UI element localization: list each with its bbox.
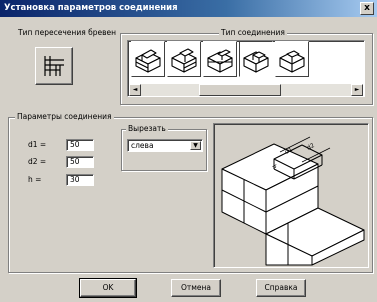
connection-preview: d1 d2 h — [213, 123, 369, 268]
d1-field[interactable]: 50 — [66, 139, 94, 151]
help-button[interactable]: Справка — [256, 279, 306, 297]
dropdown-arrow-button[interactable]: ▼ — [190, 141, 201, 150]
connection-tile-5[interactable] — [275, 41, 309, 77]
connection-tile-2[interactable] — [167, 41, 201, 77]
chevron-down-icon: ▼ — [193, 142, 198, 149]
joint-2-icon — [171, 48, 197, 73]
intersection-type-label: Тип пересечения бревен — [18, 28, 117, 37]
ok-button[interactable]: OK — [79, 278, 137, 298]
close-icon: x — [364, 3, 370, 13]
arrow-left-icon: ◄ — [132, 86, 138, 93]
cut-caption: Вырезать — [126, 124, 168, 134]
preview-d2-label: d2 — [306, 142, 316, 152]
cut-side-value: слева — [131, 141, 154, 150]
joint-5-icon — [279, 50, 305, 73]
connection-type-caption: Тип соединения — [219, 28, 287, 38]
connection-type-list[interactable]: ◄ ► — [127, 40, 365, 97]
h-field[interactable]: 30 — [66, 174, 94, 186]
joint-preview-drawing: d1 d2 h — [221, 136, 365, 266]
window-title: Установка параметров соединения — [4, 3, 178, 13]
d1-label: d1 = — [28, 140, 47, 149]
h-label: h = — [28, 175, 42, 184]
joint-1-icon — [135, 49, 161, 73]
scroll-thumb[interactable] — [199, 84, 281, 96]
title-bar: Установка параметров соединения x — [0, 0, 377, 17]
d2-label: d2 = — [28, 157, 47, 166]
joint-3-icon — [207, 49, 233, 73]
log-intersection-icon — [44, 56, 64, 76]
cancel-button[interactable]: Отмена — [171, 279, 221, 297]
close-button[interactable]: x — [360, 2, 374, 15]
intersection-type-button[interactable] — [35, 47, 73, 85]
connection-tile-1[interactable] — [131, 41, 165, 77]
connection-tile-4[interactable] — [239, 41, 273, 77]
connection-tile-3[interactable] — [203, 41, 237, 77]
d2-field[interactable]: 50 — [66, 156, 94, 168]
cut-side-select[interactable]: слева ▼ — [127, 139, 203, 152]
scroll-left-button[interactable]: ◄ — [129, 84, 141, 96]
scroll-right-button[interactable]: ► — [351, 84, 363, 96]
joint-4-icon — [243, 51, 269, 73]
arrow-right-icon: ► — [354, 86, 360, 93]
connection-params-caption: Параметры соединения — [15, 112, 114, 122]
connection-scrollbar[interactable]: ◄ ► — [129, 84, 363, 96]
